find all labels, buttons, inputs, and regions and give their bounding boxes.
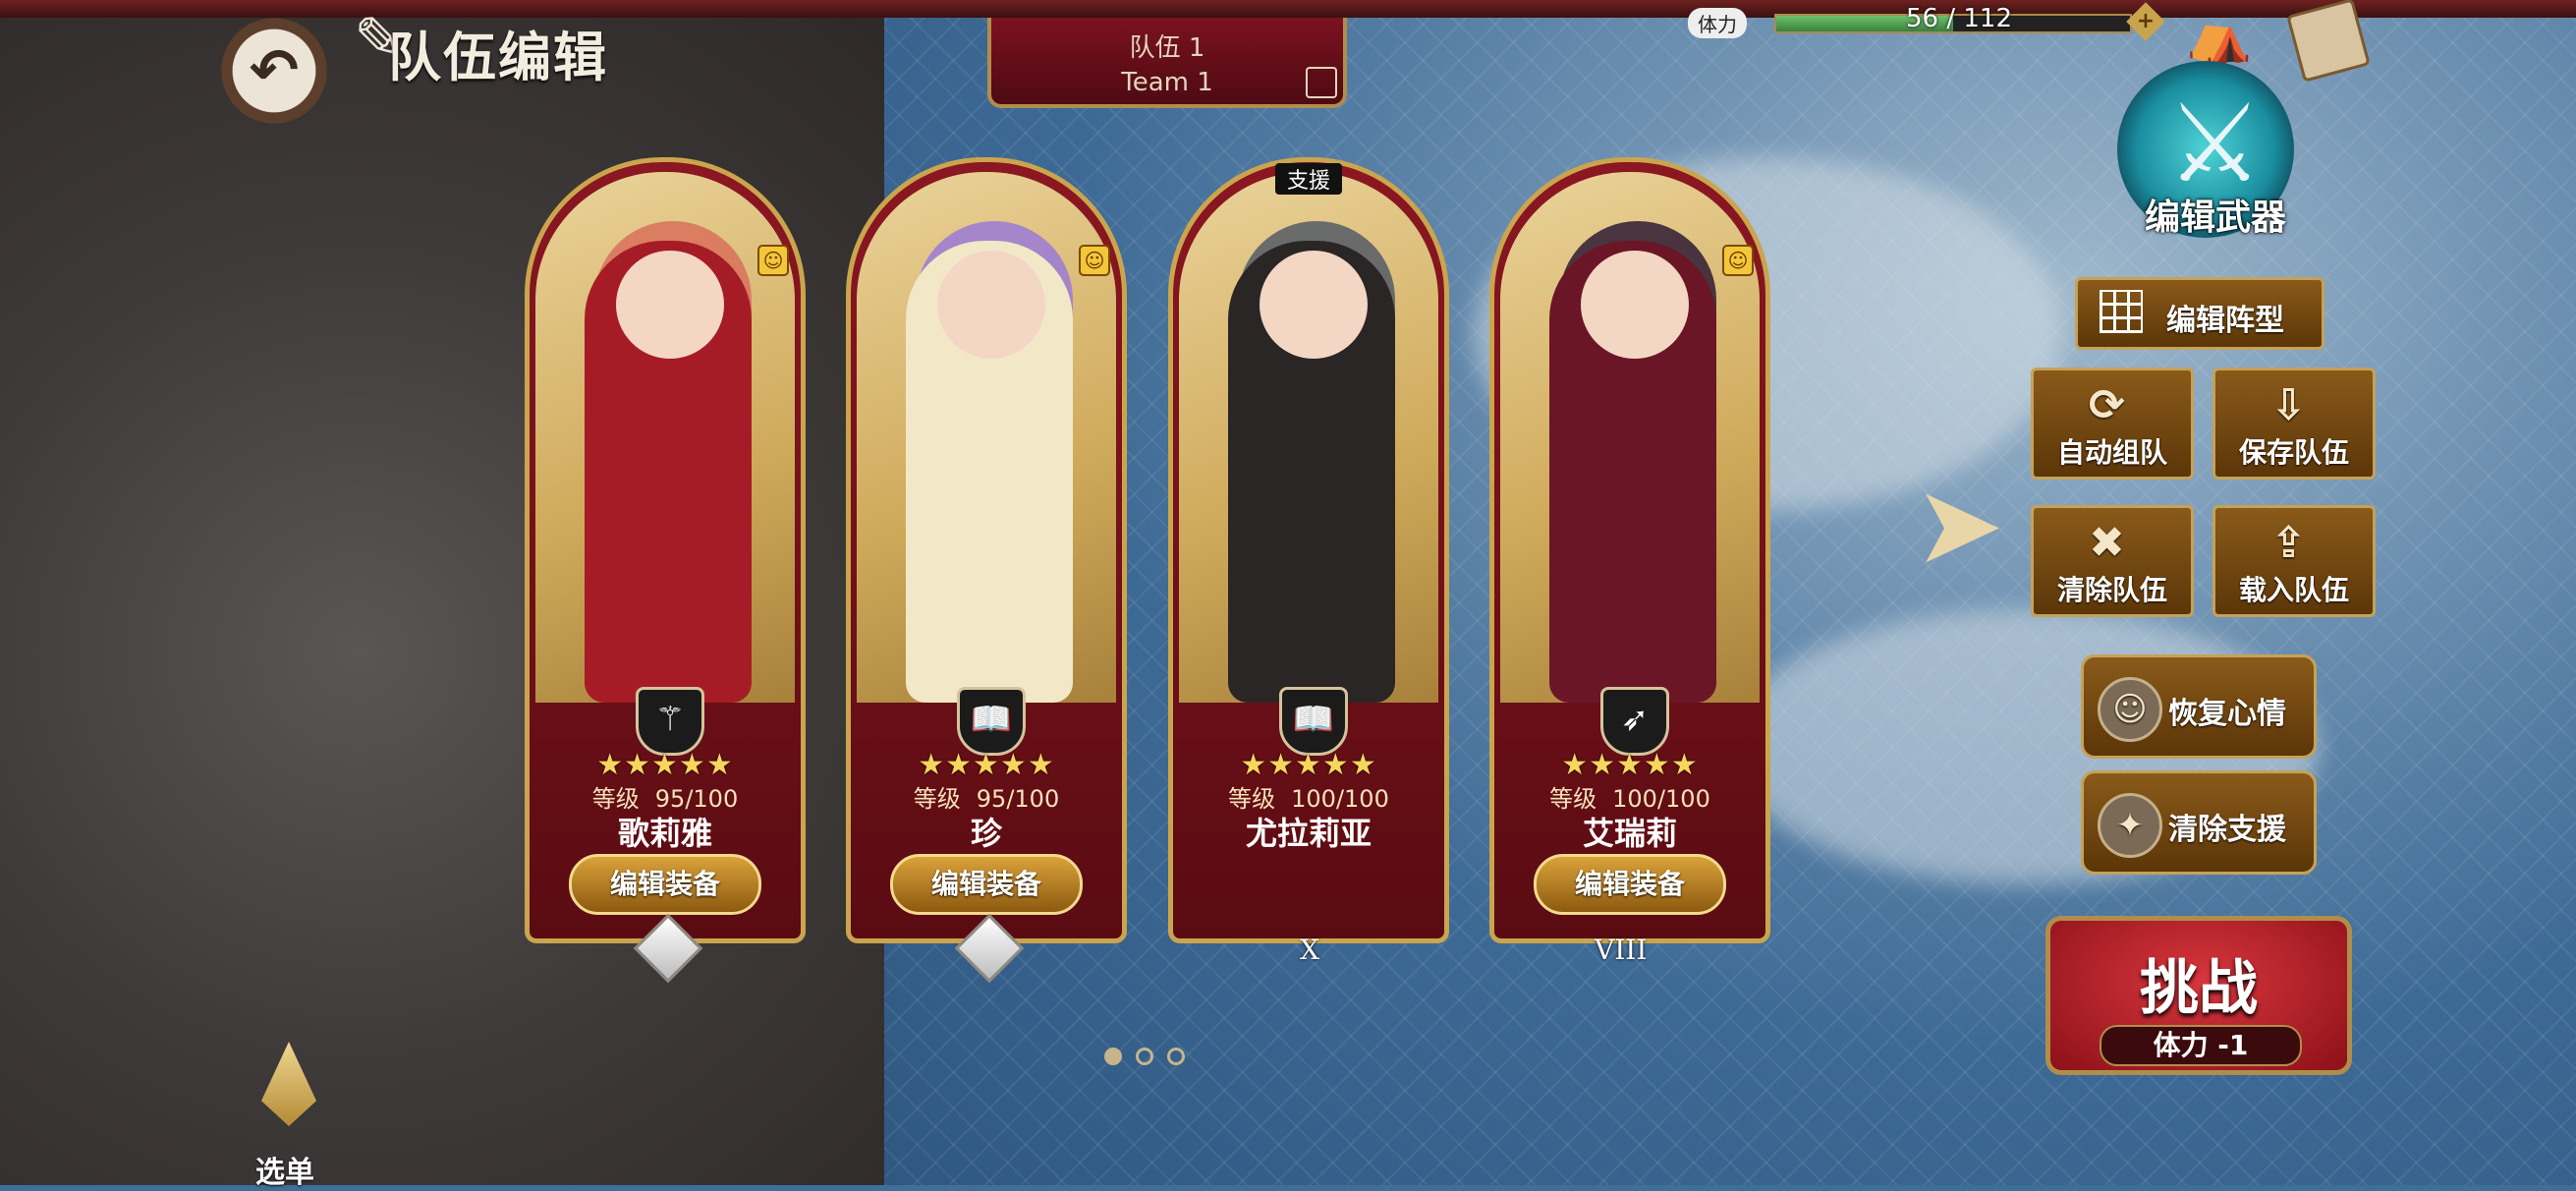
clear-icon: ✖ — [2089, 518, 2125, 568]
tent-icon[interactable]: ⛺ — [2186, 4, 2252, 67]
sword-icon: ⚔ — [2166, 81, 2264, 206]
character-name: 尤拉莉亚 — [1245, 815, 1372, 852]
rank-marker: X — [1300, 934, 1319, 966]
save-team-label: 保存队伍 — [2238, 436, 2349, 469]
character-card[interactable]: ⚚ ★★★★★ 等级 95/100 歌莉雅 ☺ 编辑装备 — [525, 157, 806, 943]
load-icon: ⇪ — [2270, 518, 2307, 568]
save-team-button[interactable]: ⇩ 保存队伍 — [2212, 368, 2376, 480]
mood-icon: ☺ — [757, 245, 789, 276]
team-selector[interactable]: 队伍 1 Team 1 — [987, 18, 1347, 108]
character-face — [1581, 251, 1689, 359]
restore-mood-label: 恢复心情 — [2168, 697, 2286, 731]
challenge-button[interactable]: 挑战 体力 -1 — [2045, 916, 2352, 1075]
character-portrait[interactable] — [857, 172, 1116, 703]
edit-equipment-button[interactable]: 编辑装备 — [890, 854, 1083, 915]
character-card[interactable]: 📖 ★★★★★ 等级 95/100 珍 ☺ 编辑装备 — [846, 157, 1127, 943]
stamina-bar: 体力 56 / 112 + — [1688, 2, 2165, 41]
edit-weapon-label: 编辑武器 — [2144, 198, 2286, 238]
edit-equipment-button[interactable]: 编辑装备 — [1534, 854, 1726, 915]
support-icon: ✦ — [2098, 793, 2162, 858]
grid-icon — [2100, 290, 2143, 333]
challenge-cost: 体力 -1 — [2100, 1025, 2302, 1066]
support-tag: 支援 — [1275, 163, 1343, 195]
character-name: 歌莉雅 — [617, 815, 712, 852]
page-dot[interactable] — [1104, 1048, 1122, 1065]
pagination — [1104, 1048, 1185, 1065]
mood-icon: ☺ — [1079, 245, 1110, 276]
clear-team-button[interactable]: ✖ 清除队伍 — [2031, 505, 2194, 617]
load-team-button[interactable]: ⇪ 载入队伍 — [2212, 505, 2376, 617]
character-face — [937, 251, 1045, 359]
back-arrow-icon: ↶ — [249, 36, 300, 105]
character-face — [1260, 251, 1368, 359]
clear-team-label: 清除队伍 — [2056, 574, 2167, 606]
book-icon: 📖 — [957, 687, 1026, 756]
character-face — [616, 251, 724, 359]
back-button[interactable]: ↶ — [221, 18, 327, 124]
stamina-label: 体力 — [1688, 8, 1747, 38]
character-name: 艾瑞莉 — [1582, 815, 1677, 852]
clear-support-button[interactable]: ✦ 清除支援 — [2081, 770, 2317, 875]
character-name: 珍 — [970, 815, 1002, 852]
auto-team-label: 自动组队 — [2056, 436, 2167, 469]
rarity-stars: ★★★★★ — [1561, 748, 1699, 782]
save-icon: ⇩ — [2270, 380, 2307, 430]
edit-equipment-button[interactable]: 编辑装备 — [569, 854, 761, 915]
restore-mood-button[interactable]: ☺ 恢复心情 — [2081, 654, 2317, 759]
menu-label: 选单 — [255, 1156, 314, 1190]
character-portrait[interactable] — [535, 172, 795, 703]
auto-icon: ⟳ — [2089, 380, 2125, 430]
menu-emblem-icon — [261, 1042, 316, 1126]
mood-icon: ☺ — [2098, 677, 2162, 742]
challenge-label: 挑战 — [2140, 954, 2258, 1023]
character-card[interactable]: ➶ ★★★★★ 等级 100/100 艾瑞莉 ☺ 编辑装备 — [1489, 157, 1770, 943]
rarity-stars: ★★★★★ — [918, 748, 1055, 782]
menu-button[interactable]: 选单 — [206, 1042, 373, 1190]
page-dot[interactable] — [1136, 1048, 1153, 1065]
edit-formation-button[interactable]: 编辑阵型 — [2075, 277, 2324, 350]
add-stamina-button[interactable]: + — [2126, 2, 2165, 41]
rarity-stars: ★★★★★ — [1240, 748, 1377, 782]
page-title: 队伍编辑 — [388, 27, 608, 88]
stamina-value: 56 / 112 — [1906, 4, 2012, 33]
book-icon: 📖 — [1279, 687, 1348, 756]
team-name-cn: 队伍 1 — [1129, 33, 1205, 63]
rank-marker: VIII — [1595, 934, 1648, 966]
load-team-label: 载入队伍 — [2238, 574, 2349, 606]
edit-formation-label: 编辑阵型 — [2166, 304, 2284, 338]
arrow-ornament-icon: ➤ — [1914, 462, 2005, 588]
plus-icon: + — [2136, 9, 2156, 33]
clear-support-label: 清除支援 — [2168, 813, 2286, 847]
bow-icon: ➶ — [1600, 687, 1669, 756]
character-portrait[interactable] — [1500, 172, 1760, 703]
page-dot[interactable] — [1167, 1048, 1185, 1065]
character-portrait[interactable] — [1179, 172, 1438, 703]
auto-team-button[interactable]: ⟳ 自动组队 — [2031, 368, 2194, 480]
character-card[interactable]: 📖 ★★★★★ 等级 100/100 尤拉莉亚 — [1168, 157, 1449, 943]
edit-team-name-icon[interactable] — [1306, 67, 1337, 98]
staff-icon: ⚚ — [636, 687, 704, 756]
edit-weapon-button[interactable]: ⚔ 编辑武器 — [2098, 61, 2304, 248]
team-name-en: Team 1 — [1121, 68, 1213, 97]
rarity-stars: ★★★★★ — [596, 748, 734, 782]
mood-icon: ☺ — [1722, 245, 1754, 276]
